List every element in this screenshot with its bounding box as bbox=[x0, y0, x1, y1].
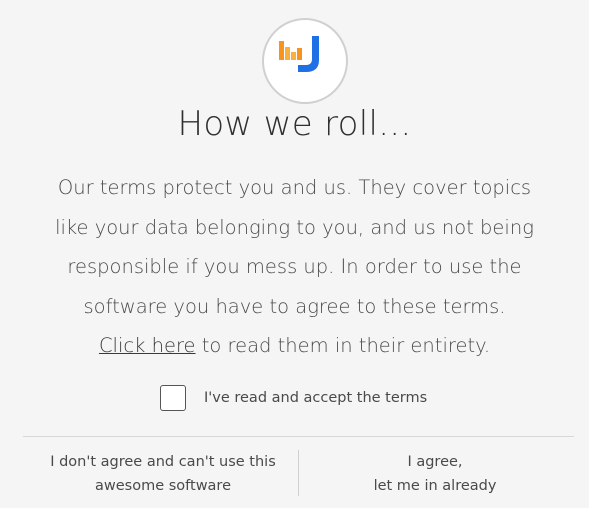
page-title: How we roll... bbox=[177, 104, 412, 144]
terms-line-1: Our terms protect you and us. They cover… bbox=[57, 176, 532, 199]
terms-line-2: like your data belonging to you, and us … bbox=[55, 215, 534, 239]
app-logo-icon bbox=[279, 36, 319, 72]
accept-terms-checkbox[interactable] bbox=[160, 385, 186, 411]
agree-button[interactable]: I agree, let me in already bbox=[300, 448, 570, 500]
terms-line-5: Click here to read them in their entiret… bbox=[40, 326, 549, 366]
decline-label-line-2: awesome software bbox=[94, 478, 231, 494]
footer-divider bbox=[23, 436, 574, 437]
decline-label-line-1: I don't agree and can't use this bbox=[50, 454, 276, 470]
logo-badge bbox=[262, 18, 348, 104]
terms-description: Our terms protect you and us. They cover… bbox=[40, 168, 549, 366]
agree-label-line-1: I agree, bbox=[407, 454, 463, 470]
accept-terms-row: I've read and accept the terms bbox=[160, 384, 427, 412]
terms-line-4: software you have to agree to these term… bbox=[83, 294, 506, 318]
button-divider bbox=[298, 450, 299, 496]
terms-link[interactable]: Click here bbox=[99, 334, 196, 357]
terms-link-suffix: to read them in their entirety. bbox=[195, 334, 491, 357]
accept-terms-label[interactable]: I've read and accept the terms bbox=[204, 390, 427, 406]
agree-label-line-2: let me in already bbox=[373, 478, 497, 494]
decline-button[interactable]: I don't agree and can't use this awesome… bbox=[30, 448, 296, 500]
terms-line-3: responsible if you mess up. In order to … bbox=[67, 255, 522, 278]
